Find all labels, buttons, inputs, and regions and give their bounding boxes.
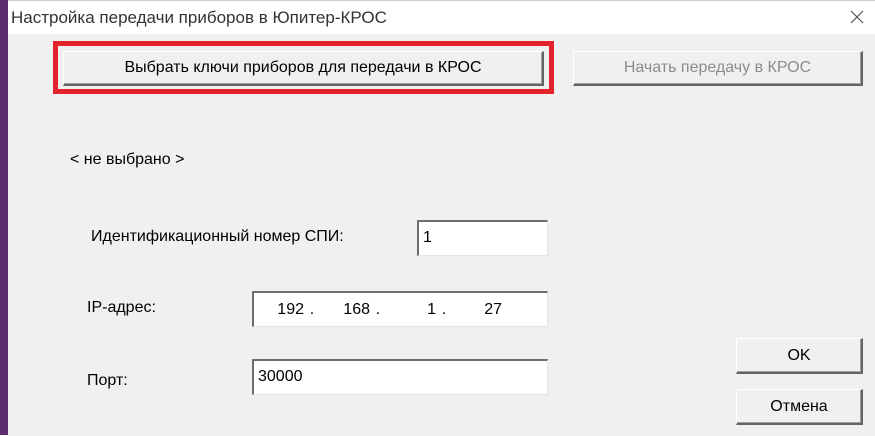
ip-separator: . (309, 300, 315, 318)
highlight-frame (53, 41, 554, 94)
selection-status: < не выбрано > (70, 151, 185, 168)
ip-octet-3: 1 (427, 300, 436, 318)
ip-address-input[interactable]: 192 . 168 . 1 . 27 (252, 291, 548, 327)
port-input[interactable]: 30000 (252, 359, 548, 395)
dialog-window: Настройка передачи приборов в Юпитер-КРО… (8, 0, 875, 436)
id-input[interactable]: 1 (417, 220, 548, 256)
ip-octet-1: 192 (277, 300, 304, 318)
ip-label: IP-адрес: (87, 299, 156, 316)
start-transfer-button[interactable]: Начать передачу в КРОС (573, 51, 863, 86)
cancel-button[interactable]: Отмена (736, 389, 863, 425)
ip-octet-4: 27 (484, 300, 502, 318)
dialog-client-area: Выбрать ключи приборов для передачи в КР… (8, 34, 875, 436)
ip-octet-2: 168 (343, 300, 370, 318)
port-label: Порт: (87, 372, 128, 389)
close-icon[interactable] (849, 9, 865, 25)
title-bar: Настройка передачи приборов в Юпитер-КРО… (8, 1, 875, 34)
background-edge-left (0, 0, 8, 435)
ip-separator: . (375, 300, 381, 318)
ip-separator: . (441, 300, 447, 318)
window-title: Настройка передачи приборов в Юпитер-КРО… (11, 8, 387, 27)
ok-button[interactable]: OK (736, 338, 863, 374)
id-label: Идентификационный номер СПИ: (91, 228, 344, 245)
